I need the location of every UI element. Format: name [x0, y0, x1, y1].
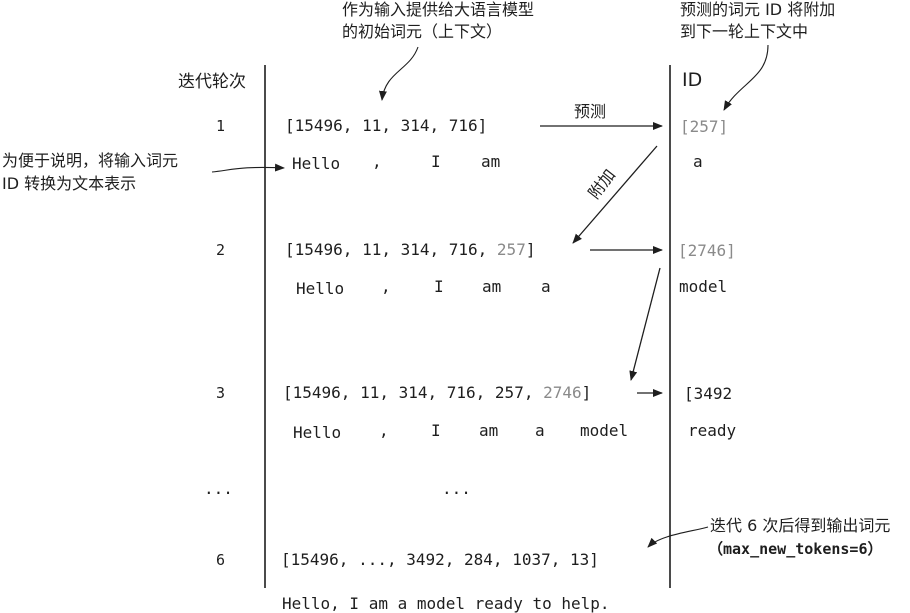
token-text: ,: [381, 277, 391, 296]
iteration-number: 6: [216, 551, 226, 569]
token-text: model: [580, 421, 629, 440]
diagram: 作为输入提供给大语言模型 的初始词元（上下文） 预测的词元 ID 将附加 到下一…: [0, 0, 910, 613]
predicted-word: ready: [688, 421, 737, 440]
iteration-number: 3: [216, 384, 226, 402]
top-right-annotation-line2: 到下一轮上下文中: [680, 22, 809, 41]
top-input-annotation-line2: 的初始词元（上下文）: [342, 22, 503, 41]
left-annotation-line1: 为便于说明，将输入词元: [2, 151, 179, 170]
input-ids: [15496, 11, 314, 716, 257, 2746]: [283, 383, 592, 402]
top-right-annotation-line1: 预测的词元 ID 将附加: [680, 0, 836, 19]
token-text: am: [482, 277, 502, 296]
predicted-word: model: [679, 277, 728, 296]
predicted-id: [2746]: [678, 241, 736, 260]
top-input-arrow: [378, 46, 419, 101]
iteration-number: 2: [216, 241, 226, 259]
token-text: Hello: [292, 154, 341, 173]
left-annotation-line2: ID 转换为文本表示: [2, 174, 137, 193]
token-text: ,: [379, 421, 389, 440]
middle-ellipsis: ...: [442, 479, 471, 498]
token-text: Hello: [293, 423, 342, 442]
iteration-header: 迭代轮次: [178, 72, 246, 92]
token-text: ,: [372, 152, 382, 171]
token-text: am: [481, 152, 501, 171]
token-text: Hello: [296, 279, 345, 298]
token-text: I: [431, 421, 441, 440]
bottom-right-arrow: [647, 526, 709, 548]
top-right-arrow: [723, 44, 769, 111]
top-input-annotation-line1: 作为输入提供给大语言模型: [342, 0, 535, 19]
token-text: I: [431, 152, 441, 171]
predicted-id: [257]: [680, 117, 729, 136]
input-ids: [15496, ..., 3492, 284, 1037, 13]: [281, 550, 599, 569]
token-text: am: [479, 421, 499, 440]
predicted-word: a: [693, 152, 703, 171]
iteration-number: 1: [216, 117, 226, 135]
input-ids: [15496, 11, 314, 716]: [285, 116, 488, 135]
token-text: a: [535, 421, 545, 440]
append-arrow-2: [629, 267, 661, 381]
id-header: ID: [682, 69, 703, 91]
iteration-ellipsis: ...: [204, 479, 233, 498]
left-annotation-arrow: [211, 163, 285, 173]
predict-label: 预测: [574, 102, 607, 121]
predicted-id: [3492: [684, 384, 733, 403]
token-text: I: [434, 277, 444, 296]
bottom-right-annotation-line2: （max_new_tokens=6）: [708, 540, 883, 558]
bottom-right-annotation-line1: 迭代 6 次后得到输出词元: [710, 516, 891, 535]
final-output-text: Hello, I am a model ready to help.: [282, 594, 610, 613]
append-arrow-1: [572, 145, 658, 244]
input-ids: [15496, 11, 314, 716, 257]: [285, 240, 536, 259]
token-text: a: [541, 277, 551, 296]
